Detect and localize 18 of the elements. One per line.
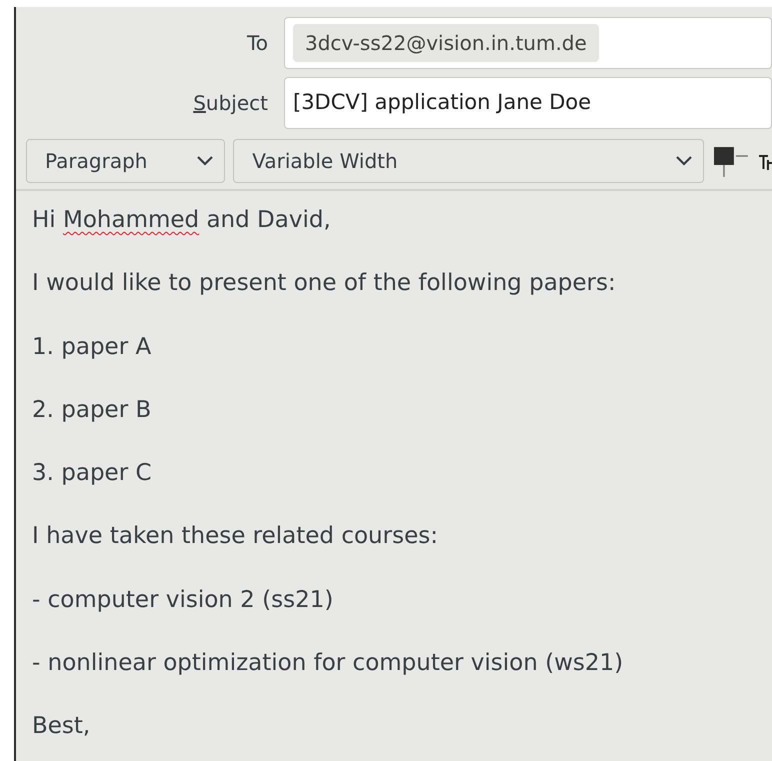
body-text-line: Best, bbox=[32, 712, 92, 742]
font-dropdown[interactable]: Variable Width bbox=[233, 139, 704, 183]
chevron-down-icon bbox=[675, 155, 694, 167]
subject-field[interactable]: [3DCV] application Jane Doe bbox=[284, 77, 772, 129]
body-text-line: - computer vision 2 (ss21) bbox=[32, 586, 334, 615]
body-text-line: I would like to present one of the following papers: bbox=[32, 269, 617, 298]
body-text-line: 3. paper C bbox=[32, 459, 153, 488]
body-text-line: 1. paper A bbox=[32, 332, 152, 362]
body-text-line: Hi Mohammed and David, bbox=[32, 206, 332, 235]
body-text-line: - nonlinear optimization for computer vision (ws21) bbox=[32, 649, 624, 678]
body-text-line: I have taken these related courses: bbox=[32, 522, 439, 552]
paragraph-style-dropdown[interactable]: Paragraph bbox=[26, 139, 226, 183]
body-text-line: 2. paper B bbox=[32, 396, 152, 425]
chevron-down-icon bbox=[196, 155, 214, 167]
recipient-chip[interactable]: 3dcv-ss22@vision.in.tum.de bbox=[293, 24, 599, 62]
to-label: To bbox=[246, 30, 268, 57]
subject-label: Subject bbox=[192, 90, 268, 117]
to-field[interactable]: 3dcv-ss22@vision.in.tum.de bbox=[284, 17, 772, 69]
